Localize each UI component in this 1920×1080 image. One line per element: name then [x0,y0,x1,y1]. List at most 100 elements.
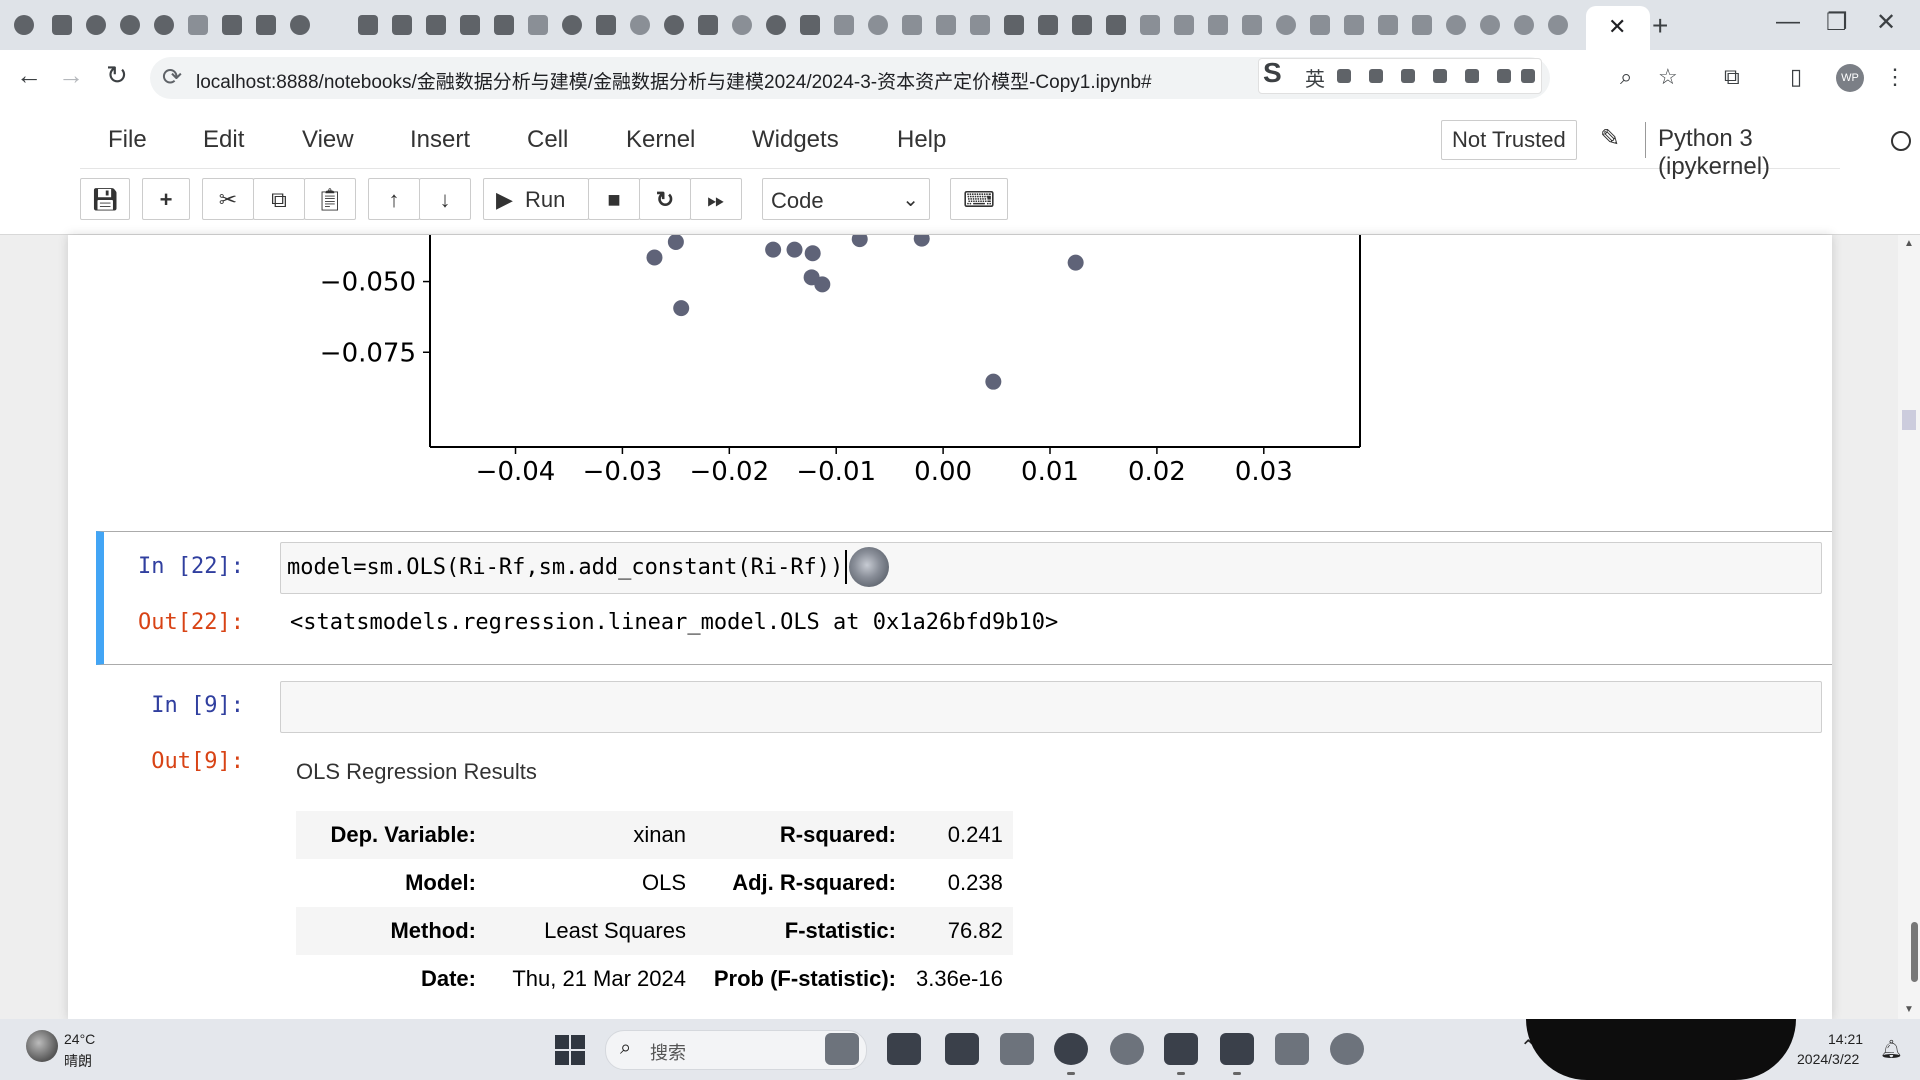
command-palette-button[interactable]: ⌨ [950,178,1008,220]
weather-temperature[interactable]: 24°C [64,1031,95,1047]
github-icon[interactable] [290,15,310,35]
menu-edit[interactable]: Edit [203,126,244,154]
tab-favicon[interactable] [936,15,956,35]
menu-kernel[interactable]: Kernel [626,126,695,154]
file-explorer-icon[interactable] [1000,1033,1034,1065]
cut-button[interactable]: ✂ [202,178,254,220]
task-view-icon[interactable] [887,1033,921,1065]
tab-favicon[interactable] [1140,15,1160,35]
tab-favicon[interactable] [1072,15,1092,35]
url-text[interactable]: localhost:8888/notebooks/金融数据分析与建模/金融数据分… [196,67,1152,94]
kernel-name[interactable]: Python 3 (ipykernel) [1658,125,1840,181]
terminal-app-icon[interactable] [945,1033,979,1065]
chrome-icon[interactable] [1054,1033,1088,1065]
tab-favicon[interactable] [154,15,174,35]
code-input[interactable]: model=sm.OLS(Ri-Rf,sm.add_constant(Ri-Rf… [280,542,1822,594]
ime-language[interactable]: 英 [1305,63,1325,92]
tab-favicon[interactable] [1412,15,1432,35]
tab-favicon[interactable] [562,15,582,35]
window-close-button[interactable]: ✕ [1876,8,1896,37]
code-input[interactable] [280,681,1822,733]
copy-button[interactable]: ⧉ [253,178,305,220]
tab-favicon[interactable] [1242,15,1262,35]
scrollbar-thumb[interactable] [1911,922,1918,982]
insert-cell-button[interactable]: + [142,178,190,220]
tab-favicon[interactable] [1004,15,1024,35]
paste-button[interactable]: 📋︎ [304,178,356,220]
cell-type-select[interactable]: Code ⌄ [762,178,930,220]
move-down-button[interactable]: ↓ [419,178,471,220]
trust-indicator[interactable]: Not Trusted [1441,120,1577,160]
new-tab-button[interactable]: + [1652,10,1668,42]
active-tab[interactable]: ✕ [1586,6,1650,50]
zoom-icon[interactable]: ⌕ [1620,64,1632,90]
tab-search-icon[interactable] [14,15,34,35]
window-maximize-button[interactable]: ❐ [1826,8,1848,37]
tab-favicon[interactable] [800,15,820,35]
extensions-icon[interactable]: ⧉ [1724,64,1740,90]
settings-icon[interactable] [1521,69,1535,83]
tab-favicon[interactable] [52,15,72,35]
tab-favicon[interactable] [86,15,106,35]
tab-favicon[interactable] [970,15,990,35]
interrupt-button[interactable]: ■ [588,178,640,220]
code-text[interactable]: model=sm.OLS(Ri-Rf,sm.add_constant(Ri-Rf… [287,555,843,580]
tab-favicon[interactable] [528,15,548,35]
site-info-icon[interactable]: ⟳ [162,63,182,92]
apps-icon[interactable] [1497,69,1511,83]
scroll-down-icon[interactable]: ▼ [1904,1004,1914,1015]
menu-widgets[interactable]: Widgets [752,126,839,154]
profile-avatar[interactable]: WP [1836,64,1864,92]
tab-favicon[interactable] [596,15,616,35]
gamepad-icon[interactable] [1465,69,1479,83]
tab-favicon[interactable] [188,15,208,35]
github-icon[interactable] [664,15,684,35]
tab-favicon[interactable] [222,15,242,35]
code-cell-selected[interactable]: In [22]: model=sm.OLS(Ri-Rf,sm.add_const… [96,531,1832,665]
tab-favicon[interactable] [120,15,140,35]
tab-favicon[interactable] [1514,15,1534,35]
tab-close-icon[interactable]: ✕ [1608,14,1626,40]
bookmark-star-icon[interactable]: ☆ [1658,64,1678,90]
tab-favicon[interactable] [698,15,718,35]
tab-favicon[interactable] [1276,15,1296,35]
tab-favicon[interactable] [1106,15,1126,35]
move-up-button[interactable]: ↑ [368,178,420,220]
tab-favicon[interactable] [766,15,786,35]
restart-run-all-button[interactable]: ⏩︎ [690,178,742,220]
tab-favicon[interactable] [834,15,854,35]
tab-favicon[interactable] [1344,15,1364,35]
tab-favicon[interactable] [1038,15,1058,35]
tab-favicon[interactable] [1310,15,1330,35]
cloud-icon[interactable] [1174,15,1194,35]
menu-cell[interactable]: Cell [527,126,568,154]
back-icon[interactable]: ← [16,60,42,91]
menu-insert[interactable]: Insert [410,126,470,154]
menu-help[interactable]: Help [897,126,946,154]
google-icon[interactable] [1446,15,1466,35]
weather-description[interactable]: 晴朗 [64,1051,92,1071]
windows-start-icon[interactable] [555,1035,585,1065]
menu-view[interactable]: View [302,126,354,154]
menu-dots-icon[interactable]: ⋮ [1884,64,1906,90]
keyboard-icon[interactable] [1401,69,1415,83]
run-button[interactable]: ▶ Run [483,178,589,220]
microphone-icon[interactable] [1369,69,1383,83]
app-icon[interactable] [1110,1033,1144,1065]
sidebar-icon[interactable]: ▯ [1790,64,1802,90]
save-button[interactable]: 💾︎ [80,178,130,220]
tab-favicon[interactable] [868,15,888,35]
punctuation-icon[interactable] [1337,69,1351,83]
tab-favicon[interactable] [494,15,514,35]
scroll-up-icon[interactable]: ▲ [1904,238,1914,249]
tab-favicon[interactable] [1378,15,1398,35]
tab-favicon[interactable] [256,15,276,35]
tab-favicon[interactable] [460,15,480,35]
edit-pencil-icon[interactable]: ✎ [1600,124,1620,153]
ime-toolbar[interactable]: S 英 [1258,57,1542,94]
tab-favicon[interactable] [1480,15,1500,35]
app-icon[interactable] [1330,1033,1364,1065]
skin-icon[interactable] [1433,69,1447,83]
window-minimize-button[interactable]: — [1776,8,1800,36]
menu-file[interactable]: File [108,126,147,154]
